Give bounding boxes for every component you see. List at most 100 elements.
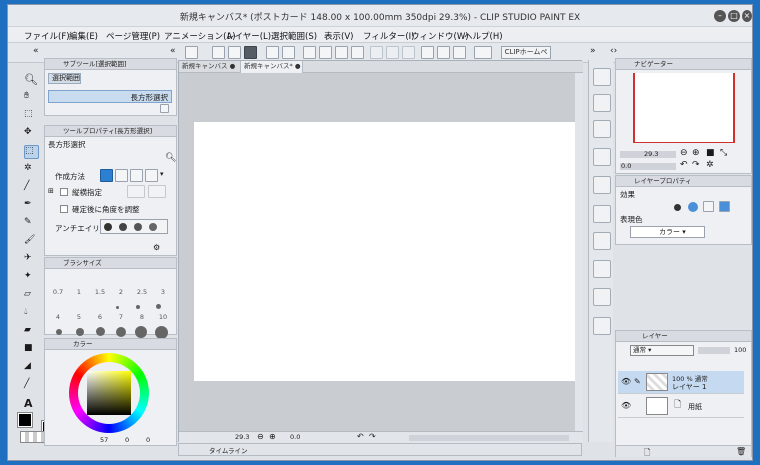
menu-filter[interactable]: フィルター(I) [363,30,414,42]
color-tab-label[interactable]: カラー [73,340,93,348]
rotate-right-icon[interactable]: ↷ [369,432,376,441]
sub-tool-settings-icon[interactable] [160,104,169,113]
mode-new-icon[interactable] [100,169,113,182]
zoom-value[interactable]: 29.3 [235,433,249,441]
opacity-value[interactable]: 100 [734,346,746,354]
nav-zoom-value[interactable]: 29.3 [644,150,658,158]
save-icon[interactable] [244,46,257,59]
tab-canvas-2[interactable]: 新規キャンバス* ● [241,61,303,73]
zoom-tool-icon[interactable]: 🔍︎ [24,73,39,87]
pen-pressure-icon[interactable] [421,46,434,59]
nav-angle-value[interactable]: 0.0 [621,162,631,170]
effect-border-icon[interactable] [674,204,681,211]
nav-zoom-in-icon[interactable]: ⊕ [692,148,700,158]
nav-rotate-right-icon[interactable]: ↷ [692,160,700,170]
angle-value[interactable]: 0.0 [290,433,300,441]
selection-group-tab[interactable]: 選択範囲 [48,73,81,84]
menu-file[interactable]: ファイル(F) [24,30,70,42]
vector-icon[interactable] [437,46,450,59]
color-wheel[interactable] [69,353,149,433]
effect-tone-icon[interactable] [688,202,698,212]
mode-subtract-icon[interactable] [130,169,143,182]
size-2.5[interactable]: 2.5 [132,288,152,296]
delete-layer-icon[interactable]: 🗑︎ [736,447,746,456]
eraser-tool-icon[interactable]: ▱ [24,289,39,303]
size-10[interactable]: 10 [153,313,173,321]
material-2-icon[interactable] [593,94,611,112]
menu-animation[interactable]: アニメーション(A) [164,30,236,42]
adjust-angle-checkbox[interactable] [60,205,68,213]
display-dropdown-icon[interactable] [474,46,492,59]
size-1[interactable]: 1 [69,288,89,296]
line-tool-icon[interactable]: ╱ [24,379,39,393]
close-icon[interactable]: × [742,10,752,22]
zoom-in-icon[interactable]: ⊕ [269,432,276,441]
size-8[interactable]: 8 [132,313,152,321]
ruler-icon[interactable] [453,46,466,59]
menu-edit[interactable]: 編集(E) [69,30,98,42]
tab-canvas-1[interactable]: 新規キャンバス ● [179,61,241,73]
gradient-tool-icon[interactable]: ■ [24,343,39,357]
size-1.5[interactable]: 1.5 [90,288,110,296]
eyedropper-icon[interactable]: ╱ [24,181,39,195]
figure-tool-icon[interactable]: ◢ [24,361,39,375]
expression-dropdown[interactable]: カラー ▾ [630,226,705,238]
undo-icon[interactable] [266,46,279,59]
mode-dropdown-icon[interactable]: ▾ [160,170,164,178]
airbrush-tool-icon[interactable]: ✈︎ [24,253,39,267]
material-4-icon[interactable] [593,148,611,166]
new-layer-icon[interactable]: 🗋︎ [644,447,650,460]
antialias-selector[interactable] [100,219,168,234]
opacity-slider[interactable] [698,347,730,354]
hand-tool-icon[interactable]: ✋︎ [24,91,39,105]
text-tool-icon[interactable]: A [24,397,39,411]
new-file-icon[interactable] [212,46,225,59]
size-7[interactable]: 7 [111,313,131,321]
menu-help[interactable]: ヘルプ(H) [464,30,503,42]
aspect-checkbox[interactable] [60,188,68,196]
blend-tool-icon[interactable]: 💧︎ [24,307,39,321]
snap-grid-icon[interactable] [386,46,399,59]
size-4[interactable]: 4 [48,313,68,321]
collapse-right-icon[interactable]: » [590,46,596,56]
clear-icon[interactable] [303,46,316,59]
zoom-out-icon[interactable]: ⊖ [257,432,264,441]
deselect-icon[interactable] [335,46,348,59]
brush-tool-icon[interactable]: 🖌︎ [24,235,39,249]
aspect-ratio-icon[interactable] [127,185,145,198]
main-color-swatch[interactable] [17,412,33,428]
selection-tool-icon[interactable]: ⬚ [24,145,39,159]
collapse-right-2-icon[interactable]: ‹› [610,46,617,56]
pen-tool-icon[interactable]: ✒︎ [24,199,39,213]
canvas-paper[interactable] [194,122,579,381]
collapse-left-icon[interactable]: « [33,46,39,56]
collapse-left-2-icon[interactable]: « [170,46,176,56]
saturation-square[interactable] [87,371,131,415]
nav-fit-icon[interactable]: ■ [706,148,715,158]
decoration-tool-icon[interactable]: ✦ [24,271,39,285]
auto-select-icon[interactable]: ✲ [24,163,39,177]
effect-pattern-icon[interactable] [703,201,714,212]
material-8-icon[interactable] [593,260,611,278]
vertical-scrollbar[interactable] [575,73,583,431]
mode-add-icon[interactable] [115,169,128,182]
layer-row-paper[interactable]: 👁︎ 🗋︎ 用紙 [618,395,744,418]
size-0.7[interactable]: 0.7 [48,288,68,296]
expand-icon[interactable]: ⊞ [48,187,54,195]
snap-point-icon[interactable] [402,46,415,59]
menu-window[interactable]: ウィンドウ(W) [411,30,469,42]
nav-zoom-out-icon[interactable]: ⊖ [680,148,688,158]
menu-selection[interactable]: 選択範囲(S) [271,30,317,42]
menu-view[interactable]: 表示(V) [324,30,353,42]
material-icon[interactable] [593,68,611,86]
material-6-icon[interactable] [593,205,611,223]
effect-color-icon[interactable] [719,201,730,212]
navigator-preview[interactable] [633,73,735,143]
blend-mode-dropdown[interactable]: 通常 ▾ [630,345,694,356]
rotate-left-icon[interactable]: ↶ [357,432,364,441]
pencil-tool-icon[interactable]: ✎ [24,217,39,231]
minimize-icon[interactable]: – [714,10,726,22]
transform-icon[interactable] [351,46,364,59]
tool-property-zoom-icon[interactable]: 🔍︎ [165,153,176,163]
material-10-icon[interactable] [593,317,611,335]
